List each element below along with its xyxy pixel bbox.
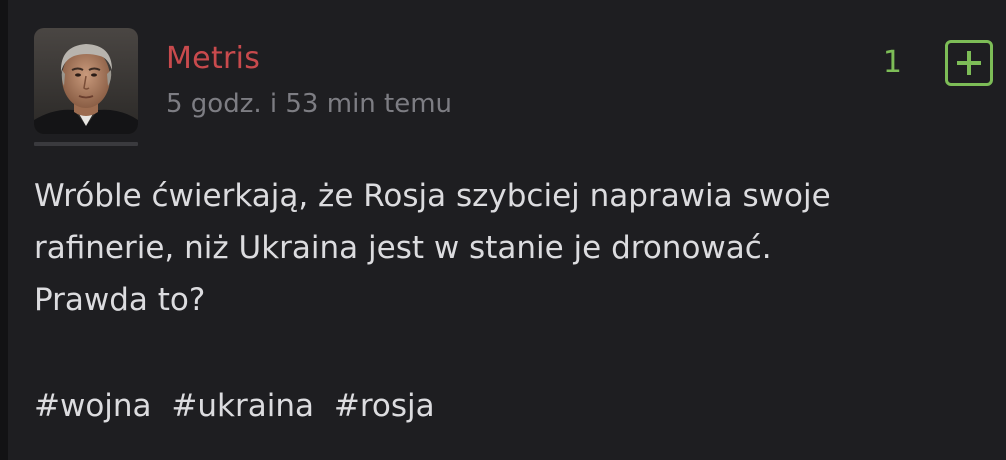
thread-rule [0,0,8,460]
plus-icon [957,51,981,75]
post-body-line: Wróble ćwierkają, że Rosja szybciej napr… [34,178,831,214]
avatar-container[interactable] [34,28,138,146]
tag-link[interactable]: #rosja [334,388,435,424]
post-body-line: Prawda to? [34,282,206,318]
tag-link[interactable]: #wojna [34,388,152,424]
post-body: Wróble ćwierkają, że Rosja szybciej napr… [34,170,974,326]
author-name[interactable]: Metris [166,39,260,79]
avatar[interactable] [34,28,138,134]
post-timestamp[interactable]: 5 godz. i 53 min temu [166,86,452,122]
tag-list: #wojna #ukraina #rosja [34,380,435,432]
entry-card: Metris 5 godz. i 53 min temu 1 Wróble ćw… [0,0,1006,460]
vote-count: 1 [882,45,902,80]
upvote-button[interactable] [945,40,993,86]
avatar-underline [34,142,138,146]
tag-link[interactable]: #ukraina [171,388,314,424]
post-body-line: rafinerie, niż Ukraina jest w stanie je … [34,230,772,266]
